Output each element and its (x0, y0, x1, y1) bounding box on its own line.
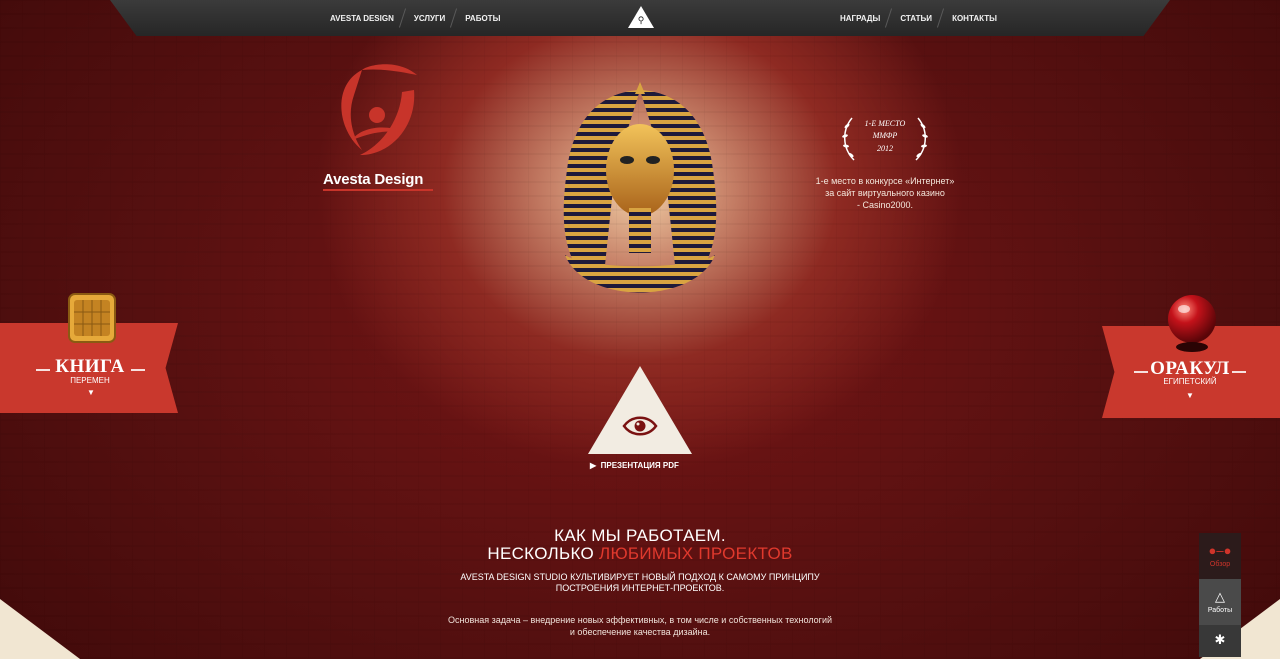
nav-right: НАГРАДЫ СТАТЬИ КОНТАКТЫ (830, 0, 1007, 36)
award-line-3: 2012 (877, 144, 893, 153)
flask-icon: △ (1215, 589, 1225, 604)
lead-line-2: ПОСТРОЕНИЯ ИНТЕРНЕТ-ПРОЕКТОВ. (555, 583, 725, 593)
section-heading-2: НЕСКОЛЬКО ЛЮБИМЫХ ПРОЕКТОВ (340, 544, 940, 564)
heading-prefix: НЕСКОЛЬКО (487, 544, 599, 563)
banner-dash (131, 369, 145, 371)
nav-item-avesta-design[interactable]: AVESTA DESIGN (320, 14, 404, 23)
left-banner-subtitle: ПЕРЕМЕН (70, 376, 110, 385)
book-lock-icon[interactable] (67, 292, 117, 344)
nav-item-works[interactable]: РАБОТЫ (455, 14, 510, 23)
presentation-label: ПРЕЗЕНТАЦИЯ PDF (600, 461, 679, 470)
award-desc-line-1: 1-е место в конкурсе «Интернет» (815, 176, 955, 186)
side-menu-overview[interactable]: ●–● Обзор (1199, 533, 1241, 579)
award-desc-line-3: - Casino2000. (856, 200, 914, 210)
right-banner-subtitle: ЕГИПЕТСКИЙ (1163, 377, 1217, 386)
network-icon: ✱ (1214, 631, 1226, 647)
nav-item-articles[interactable]: СТАТЬИ (890, 14, 942, 23)
body-line-1: Основная задача – внедрение новых эффект… (447, 615, 833, 625)
lead-text: AVESTA DESIGN STUDIO КУЛЬТИВИРУЕТ НОВЫЙ … (340, 572, 940, 594)
presentation-pdf-link[interactable]: ▶ ПРЕЗЕНТАЦИЯ PDF (590, 461, 679, 470)
side-menu-works[interactable]: △ Работы (1199, 579, 1241, 625)
side-menu-network[interactable]: ✱ (1199, 625, 1241, 657)
nav-item-contacts[interactable]: КОНТАКТЫ (942, 14, 1007, 23)
eye-icon[interactable] (622, 413, 658, 439)
section-heading-1: КАК МЫ РАБОТАЕМ. (554, 526, 726, 545)
crystal-ball-icon[interactable] (1164, 293, 1220, 353)
side-menu-label: Обзор (1209, 561, 1231, 568)
award-description: 1-е место в конкурсе «Интернет» за сайт … (800, 175, 970, 211)
side-menu: ●–● Обзор △ Работы ✱ (1199, 533, 1241, 657)
heading-accent: ЛЮБИМЫХ ПРОЕКТОВ (599, 544, 793, 563)
chevron-down-icon[interactable]: ▼ (1186, 391, 1194, 400)
body-line-2: и обеспечение качества дизайна. (569, 627, 711, 637)
search-icon: ⚲ (637, 15, 645, 25)
play-icon: ▶ (590, 461, 601, 470)
award-line-1: 1-Е МЕСТО (864, 119, 906, 128)
logo-underline (323, 189, 433, 191)
banner-dash (36, 369, 50, 371)
corner-decoration-left (0, 599, 80, 659)
award-line-2: ММФР (872, 131, 898, 140)
nav-item-services[interactable]: УСЛУГИ (404, 14, 455, 23)
lead-line-1: AVESTA DESIGN STUDIO КУЛЬТИВИРУЕТ НОВЫЙ … (460, 572, 820, 582)
award-desc-line-2: за сайт виртуального казино (825, 188, 945, 198)
side-menu-label: Работы (1207, 607, 1233, 614)
chevron-down-icon[interactable]: ▼ (87, 388, 95, 397)
pharaoh-mask-image (563, 82, 717, 293)
nav-item-awards[interactable]: НАГРАДЫ (830, 14, 890, 23)
nav-left: AVESTA DESIGN УСЛУГИ РАБОТЫ (320, 0, 510, 36)
logo-text: Avesta Design (323, 171, 424, 188)
left-banner-title[interactable]: КНИГА (50, 356, 130, 378)
body-text: Основная задача – внедрение новых эффект… (340, 614, 940, 638)
glasses-icon: ●–● (1208, 543, 1232, 558)
